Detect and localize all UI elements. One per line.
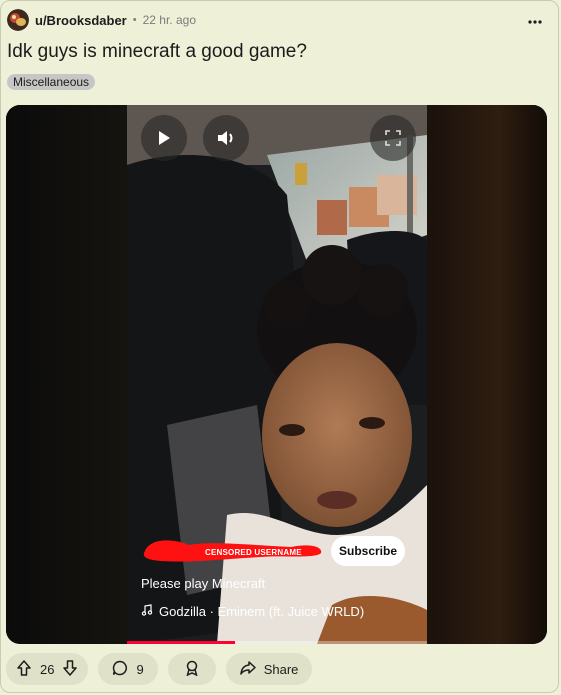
video-frame[interactable]: CENSORED USERNAME Subscribe Please play …: [127, 105, 427, 644]
post-card: u/Brooksdaber • 22 hr. ago Idk guys is m…: [0, 0, 559, 693]
comments-button[interactable]: 9: [98, 653, 158, 685]
post-header: u/Brooksdaber • 22 hr. ago: [7, 9, 196, 31]
progress-fill: [127, 641, 235, 644]
censor-label: CENSORED USERNAME: [205, 548, 302, 557]
comment-count: 9: [136, 661, 144, 677]
share-icon: [239, 660, 256, 679]
award-button[interactable]: [167, 653, 216, 685]
video-blur-left: [6, 105, 127, 644]
vote-pill: 26: [6, 653, 89, 685]
video-player[interactable]: CENSORED USERNAME Subscribe Please play …: [6, 105, 547, 644]
more-dots-icon[interactable]: [528, 11, 542, 29]
play-icon[interactable]: [141, 115, 187, 161]
author-name[interactable]: u/Brooksdaber: [35, 13, 127, 28]
song-info[interactable]: Godzilla · Eminem (ft. Juice WRLD): [141, 604, 364, 619]
avatar[interactable]: [7, 9, 29, 31]
award-icon: [184, 660, 200, 679]
subscribe-button[interactable]: Subscribe: [331, 536, 405, 566]
song-title: Godzilla · Eminem (ft. Juice WRLD): [159, 604, 365, 619]
video-caption: Please play Minecraft: [141, 576, 266, 591]
separator: •: [132, 14, 137, 26]
share-button[interactable]: Share: [225, 653, 313, 685]
downvote-icon[interactable]: [62, 659, 78, 679]
fullscreen-icon[interactable]: [370, 115, 416, 161]
comment-icon: [112, 660, 128, 679]
post-time: 22 hr. ago: [142, 13, 196, 27]
share-label: Share: [263, 661, 299, 677]
action-bar: 26 9 Share: [6, 653, 313, 685]
video-blur-right: [427, 105, 547, 644]
music-note-icon: [141, 604, 153, 619]
post-title[interactable]: Idk guys is minecraft a good game?: [7, 41, 307, 63]
upvote-icon[interactable]: [16, 659, 32, 679]
volume-icon[interactable]: [203, 115, 249, 161]
vote-count: 26: [40, 661, 55, 677]
post-flair[interactable]: Miscellaneous: [7, 74, 96, 90]
